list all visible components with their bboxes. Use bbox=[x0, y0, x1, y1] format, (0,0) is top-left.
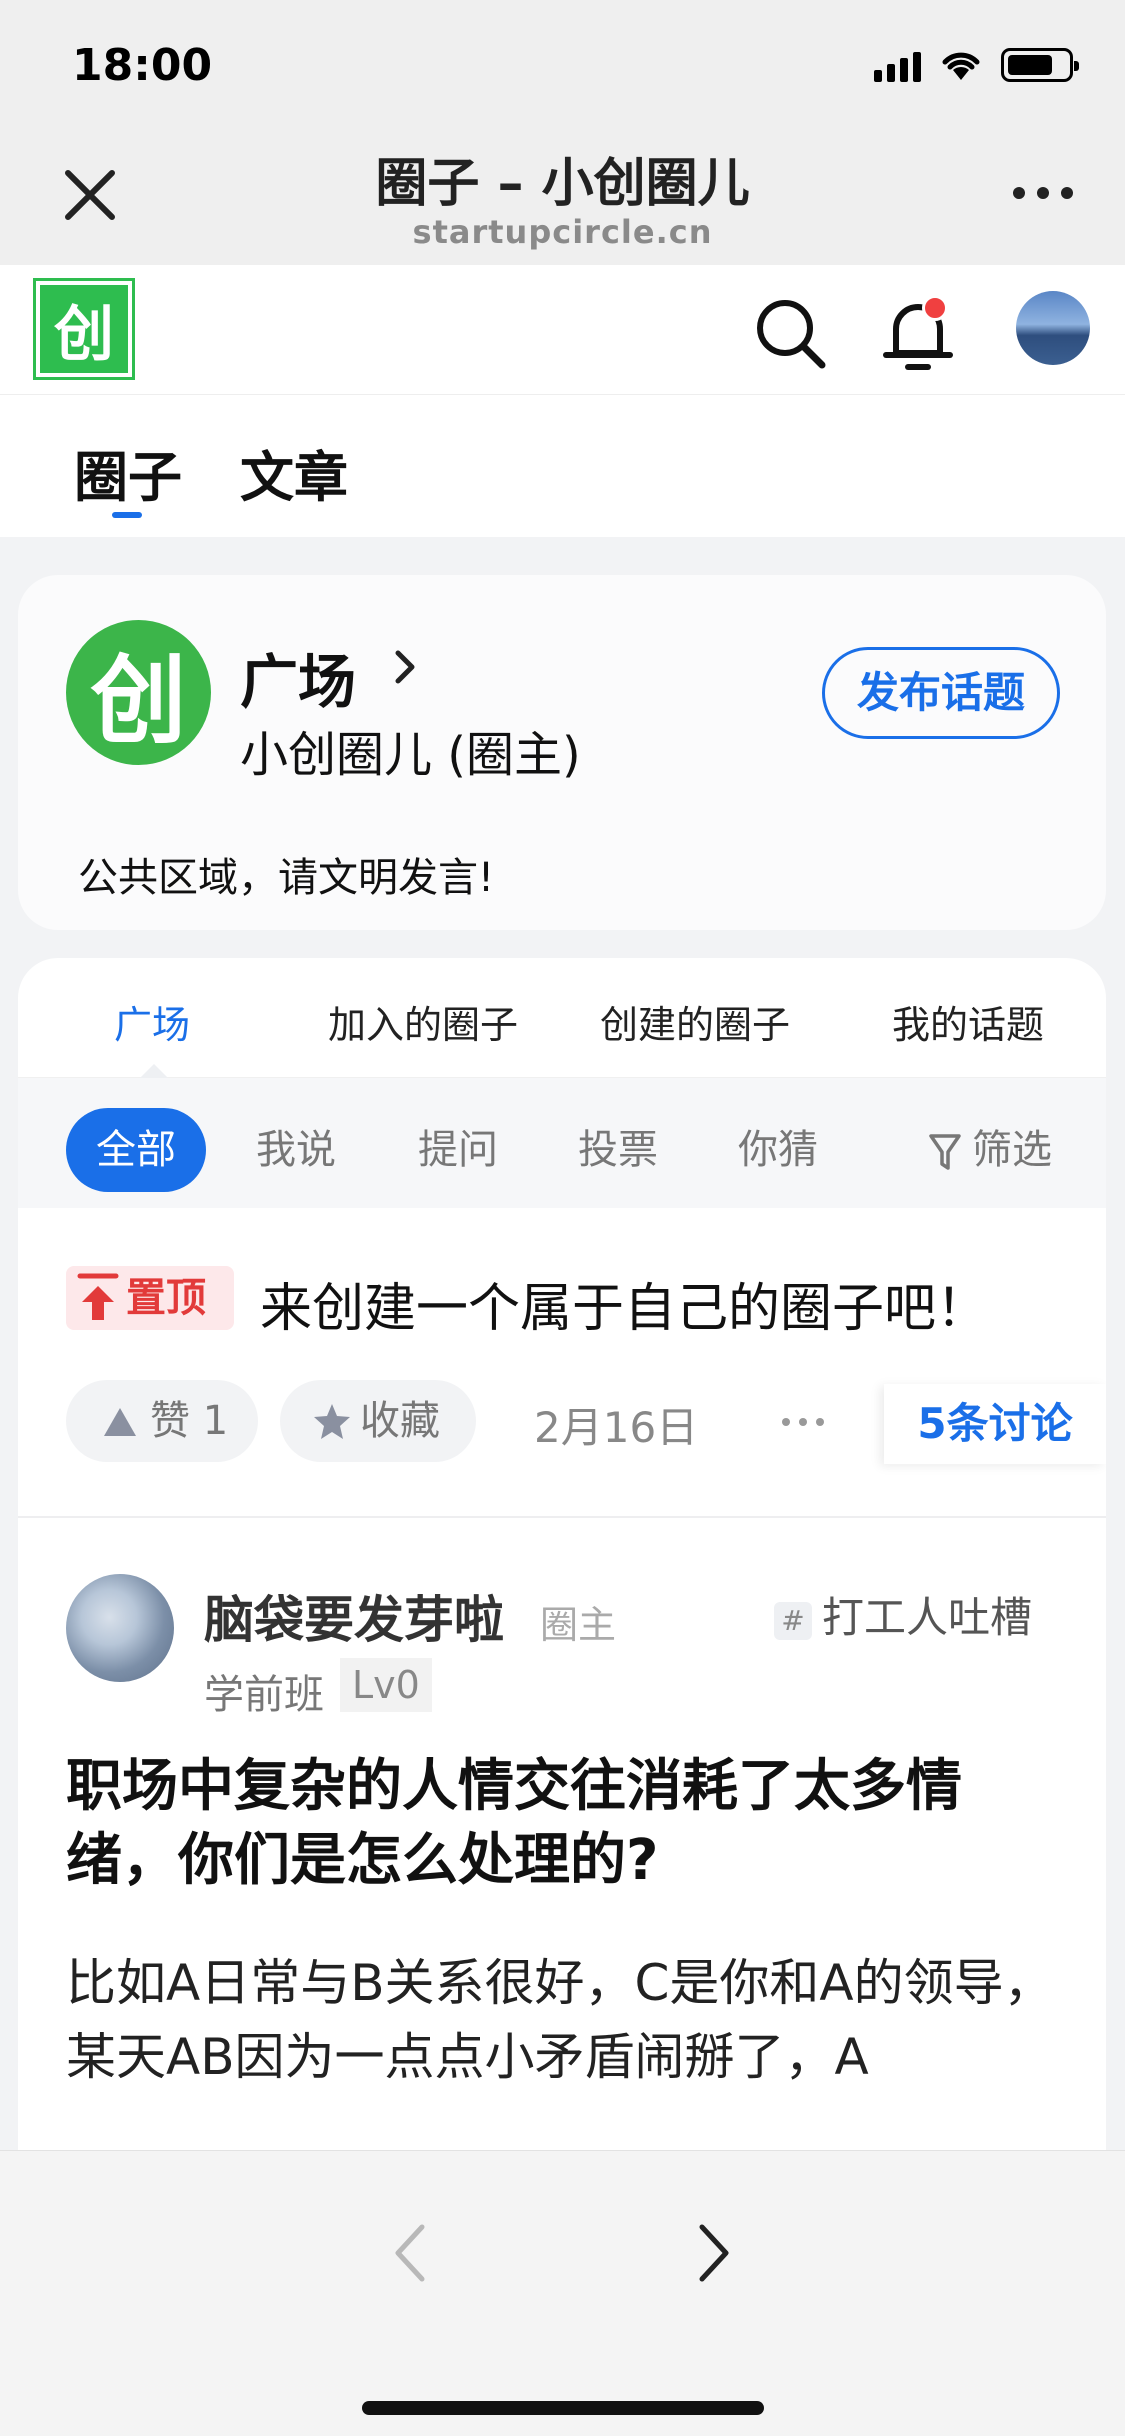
status-time: 18:00 bbox=[72, 40, 213, 91]
filter-all[interactable]: 全部 bbox=[66, 1108, 206, 1192]
publish-topic-button[interactable]: 发布话题 bbox=[822, 647, 1060, 739]
back-arrow-icon[interactable] bbox=[390, 2221, 430, 2285]
topic-tag[interactable]: # 打工人吐槽 bbox=[774, 1584, 1032, 1645]
filter-vote[interactable]: 投票 bbox=[578, 1108, 658, 1192]
subtab-joined-circles[interactable]: 加入的圈子 bbox=[328, 994, 518, 1049]
post-item[interactable]: 脑袋要发芽啦 圈主 # 打工人吐槽 学前班 Lv0 职场中复杂的人情交往消耗了太多… bbox=[18, 1518, 1106, 2258]
more-options-icon[interactable] bbox=[1013, 187, 1073, 199]
author-level-badge: Lv0 bbox=[340, 1658, 432, 1712]
post-body[interactable]: 比如A日常与B关系很好，C是你和A的领导，某天AB因为一点点小矛盾闹掰了，A bbox=[66, 1946, 1076, 2094]
home-indicator[interactable] bbox=[362, 2401, 764, 2415]
like-label: 赞 1 bbox=[150, 1398, 229, 1444]
filter-question[interactable]: 提问 bbox=[418, 1108, 498, 1192]
like-button[interactable]: 赞 1 bbox=[66, 1380, 258, 1462]
filter-i-say[interactable]: 我说 bbox=[256, 1108, 336, 1192]
pinned-post-title[interactable]: 来创建一个属于自己的圈子吧！ bbox=[260, 1266, 988, 1341]
filter-guess[interactable]: 你猜 bbox=[738, 1108, 818, 1192]
status-icons bbox=[874, 48, 1079, 82]
cellular-signal-icon bbox=[874, 48, 921, 82]
circle-card: 创 广场 小创圈儿 (圈主) 发布话题 公共区域，请文明发言! bbox=[18, 575, 1106, 930]
filter-funnel-icon[interactable] bbox=[928, 1132, 962, 1172]
battery-icon bbox=[1001, 48, 1079, 82]
subtab-square[interactable]: 广场 bbox=[114, 994, 190, 1049]
page-title: 圈子 – 小创圈儿 bbox=[375, 154, 750, 214]
app-logo[interactable]: 创 bbox=[36, 281, 132, 377]
sub-tabs: 广场 加入的圈子 创建的圈子 我的话题 bbox=[18, 958, 1106, 1078]
favorite-label: 收藏 bbox=[360, 1398, 440, 1444]
top-tabs: 圈子 文章 bbox=[0, 395, 1125, 537]
subtab-created-circles[interactable]: 创建的圈子 bbox=[600, 994, 790, 1049]
search-icon[interactable] bbox=[752, 295, 828, 371]
star-icon bbox=[314, 1404, 350, 1439]
pin-top-icon bbox=[77, 1273, 119, 1320]
battery-level bbox=[1008, 55, 1052, 75]
discussion-count-button[interactable]: 5条讨论 bbox=[884, 1384, 1106, 1464]
subtab-my-topics[interactable]: 我的话题 bbox=[892, 994, 1044, 1049]
post-title[interactable]: 职场中复杂的人情交往消耗了太多情绪，你们是怎么处理的? bbox=[66, 1750, 1066, 1898]
like-triangle-icon bbox=[104, 1408, 136, 1436]
filter-row: 全部 我说 提问 投票 你猜 筛选 bbox=[18, 1078, 1106, 1208]
circle-logo[interactable]: 创 bbox=[66, 620, 211, 765]
forward-arrow-icon[interactable] bbox=[694, 2221, 734, 2285]
favorite-button[interactable]: 收藏 bbox=[280, 1380, 476, 1462]
post-author[interactable]: 脑袋要发芽啦 bbox=[204, 1580, 504, 1652]
browser-bottom-toolbar bbox=[0, 2150, 1125, 2436]
wifi-icon bbox=[942, 52, 980, 80]
page-url: startupcircle.cn bbox=[412, 213, 713, 251]
feed-card: 广场 加入的圈子 创建的圈子 我的话题 全部 我说 提问 投票 你猜 筛选 置顶… bbox=[18, 958, 1106, 2258]
circle-description: 公共区域，请文明发言! bbox=[78, 855, 495, 901]
active-tab-indicator bbox=[112, 512, 142, 518]
tab-articles[interactable]: 文章 bbox=[240, 433, 348, 512]
subtab-caret bbox=[140, 1064, 168, 1078]
tab-circles[interactable]: 圈子 bbox=[74, 433, 182, 512]
pinned-post[interactable]: 置顶 来创建一个属于自己的圈子吧！ 赞 1 收藏 2月16日 5条讨论 bbox=[18, 1208, 1106, 1518]
browser-nav-bar: 圈子 – 小创圈儿 startupcircle.cn bbox=[0, 135, 1125, 265]
filter-button[interactable]: 筛选 bbox=[972, 1108, 1052, 1192]
more-dots-icon[interactable] bbox=[782, 1418, 824, 1426]
topic-label: 打工人吐槽 bbox=[822, 1593, 1033, 1642]
circle-owner: 小创圈儿 (圈主) bbox=[240, 727, 581, 783]
app-header: 创 bbox=[0, 265, 1125, 395]
circle-name[interactable]: 广场 bbox=[240, 635, 356, 719]
notification-dot bbox=[922, 295, 948, 321]
hashtag-icon: # bbox=[774, 1601, 812, 1640]
chevron-right-icon[interactable] bbox=[390, 647, 420, 687]
owner-tag: 圈主 bbox=[540, 1603, 617, 1647]
author-level-name: 学前班 bbox=[204, 1672, 324, 1718]
pinned-post-date: 2月16日 bbox=[534, 1403, 699, 1452]
user-avatar[interactable] bbox=[1016, 291, 1090, 365]
author-avatar[interactable] bbox=[66, 1574, 174, 1682]
status-bar: 18:00 bbox=[0, 0, 1125, 135]
